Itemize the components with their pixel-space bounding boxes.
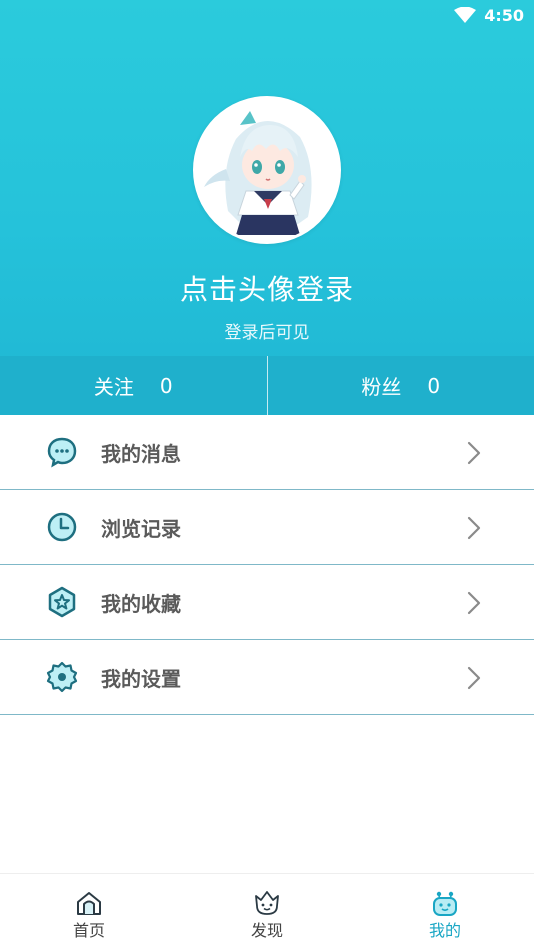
wifi-icon: [454, 7, 477, 23]
tab-mine[interactable]: 我的: [356, 874, 534, 949]
star-hexagon-icon: [48, 586, 76, 618]
followers-stat[interactable]: 粉丝 0: [266, 356, 534, 415]
chevron-right-icon: [467, 441, 481, 465]
tab-discover[interactable]: 发现: [178, 874, 356, 949]
profile-header: 4:50 点击头像登录 登录后可见 关注 0 粉丝 0: [0, 0, 534, 415]
menu-item-settings[interactable]: 我的设置: [0, 640, 534, 715]
message-bubble-icon: [47, 437, 77, 468]
following-stat[interactable]: 关注 0: [0, 356, 267, 415]
status-bar: 4:50: [0, 0, 534, 30]
tab-mine-label: 我的: [428, 921, 461, 940]
chevron-right-icon: [467, 666, 481, 690]
menu-label-messages: 我的消息: [101, 441, 181, 466]
discover-face-icon: [255, 891, 279, 915]
tab-home[interactable]: 首页: [0, 874, 178, 949]
menu-label-history: 浏览记录: [101, 516, 181, 541]
clock-icon: [47, 512, 77, 542]
login-hint: 登录后可见: [224, 323, 310, 343]
anime-avatar-image: [196, 99, 338, 241]
profile-menu: 我的消息 浏览记录 我的收藏 我的设置: [0, 415, 534, 715]
mine-face-icon: [433, 891, 457, 916]
chevron-right-icon: [467, 591, 481, 615]
followers-label: 粉丝: [361, 375, 402, 399]
stats-bar: 关注 0 粉丝 0: [0, 356, 534, 415]
following-label: 关注: [93, 375, 134, 399]
avatar[interactable]: [193, 96, 341, 244]
tab-discover-label: 发现: [250, 921, 283, 940]
menu-item-favorites[interactable]: 我的收藏: [0, 565, 534, 640]
login-prompt[interactable]: 点击头像登录: [0, 268, 534, 308]
menu-item-history[interactable]: 浏览记录: [0, 490, 534, 565]
status-time: 4:50: [484, 5, 524, 25]
bottom-tab-bar: 首页 发现 我的: [0, 873, 534, 949]
menu-label-settings: 我的设置: [101, 666, 181, 691]
followers-count: 0: [427, 373, 441, 398]
settings-gear-icon: [46, 661, 78, 693]
chevron-right-icon: [467, 516, 481, 540]
home-icon: [77, 892, 101, 915]
following-count: 0: [159, 373, 173, 398]
tab-home-label: 首页: [72, 921, 105, 940]
menu-item-messages[interactable]: 我的消息: [0, 415, 534, 490]
menu-label-favorites: 我的收藏: [101, 591, 181, 616]
